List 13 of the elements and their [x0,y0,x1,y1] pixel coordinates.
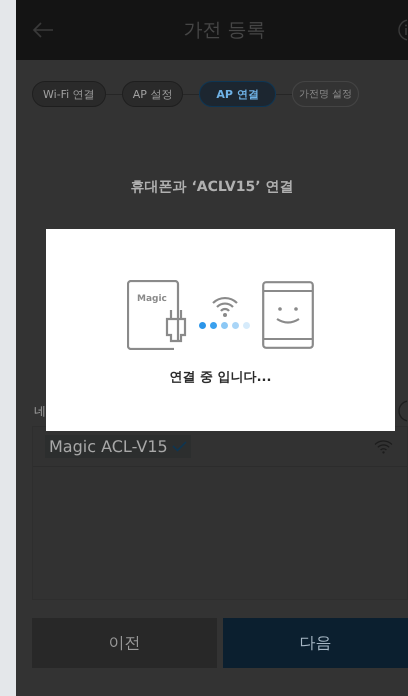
step-pill: AP 연결 [199,81,276,107]
step-pill: Wi-Fi 연결 [32,81,106,107]
step-pill: 가전명 설정 [292,81,359,107]
connecting-message: 연결 중 입니다... [170,369,272,386]
check-icon [172,441,187,452]
previous-button[interactable]: 이전 [32,618,217,668]
network-label: 네 [34,402,46,420]
network-item[interactable]: Magic ACL-V15 [45,435,191,458]
smiling-phone-icon [262,281,314,349]
back-arrow-icon[interactable] [32,22,54,38]
connection-heading: 휴대폰과 ‘ACLV15’ 연결 [130,178,294,196]
next-button[interactable]: 다음 [223,618,408,668]
step-pill: AP 설정 [122,81,184,107]
